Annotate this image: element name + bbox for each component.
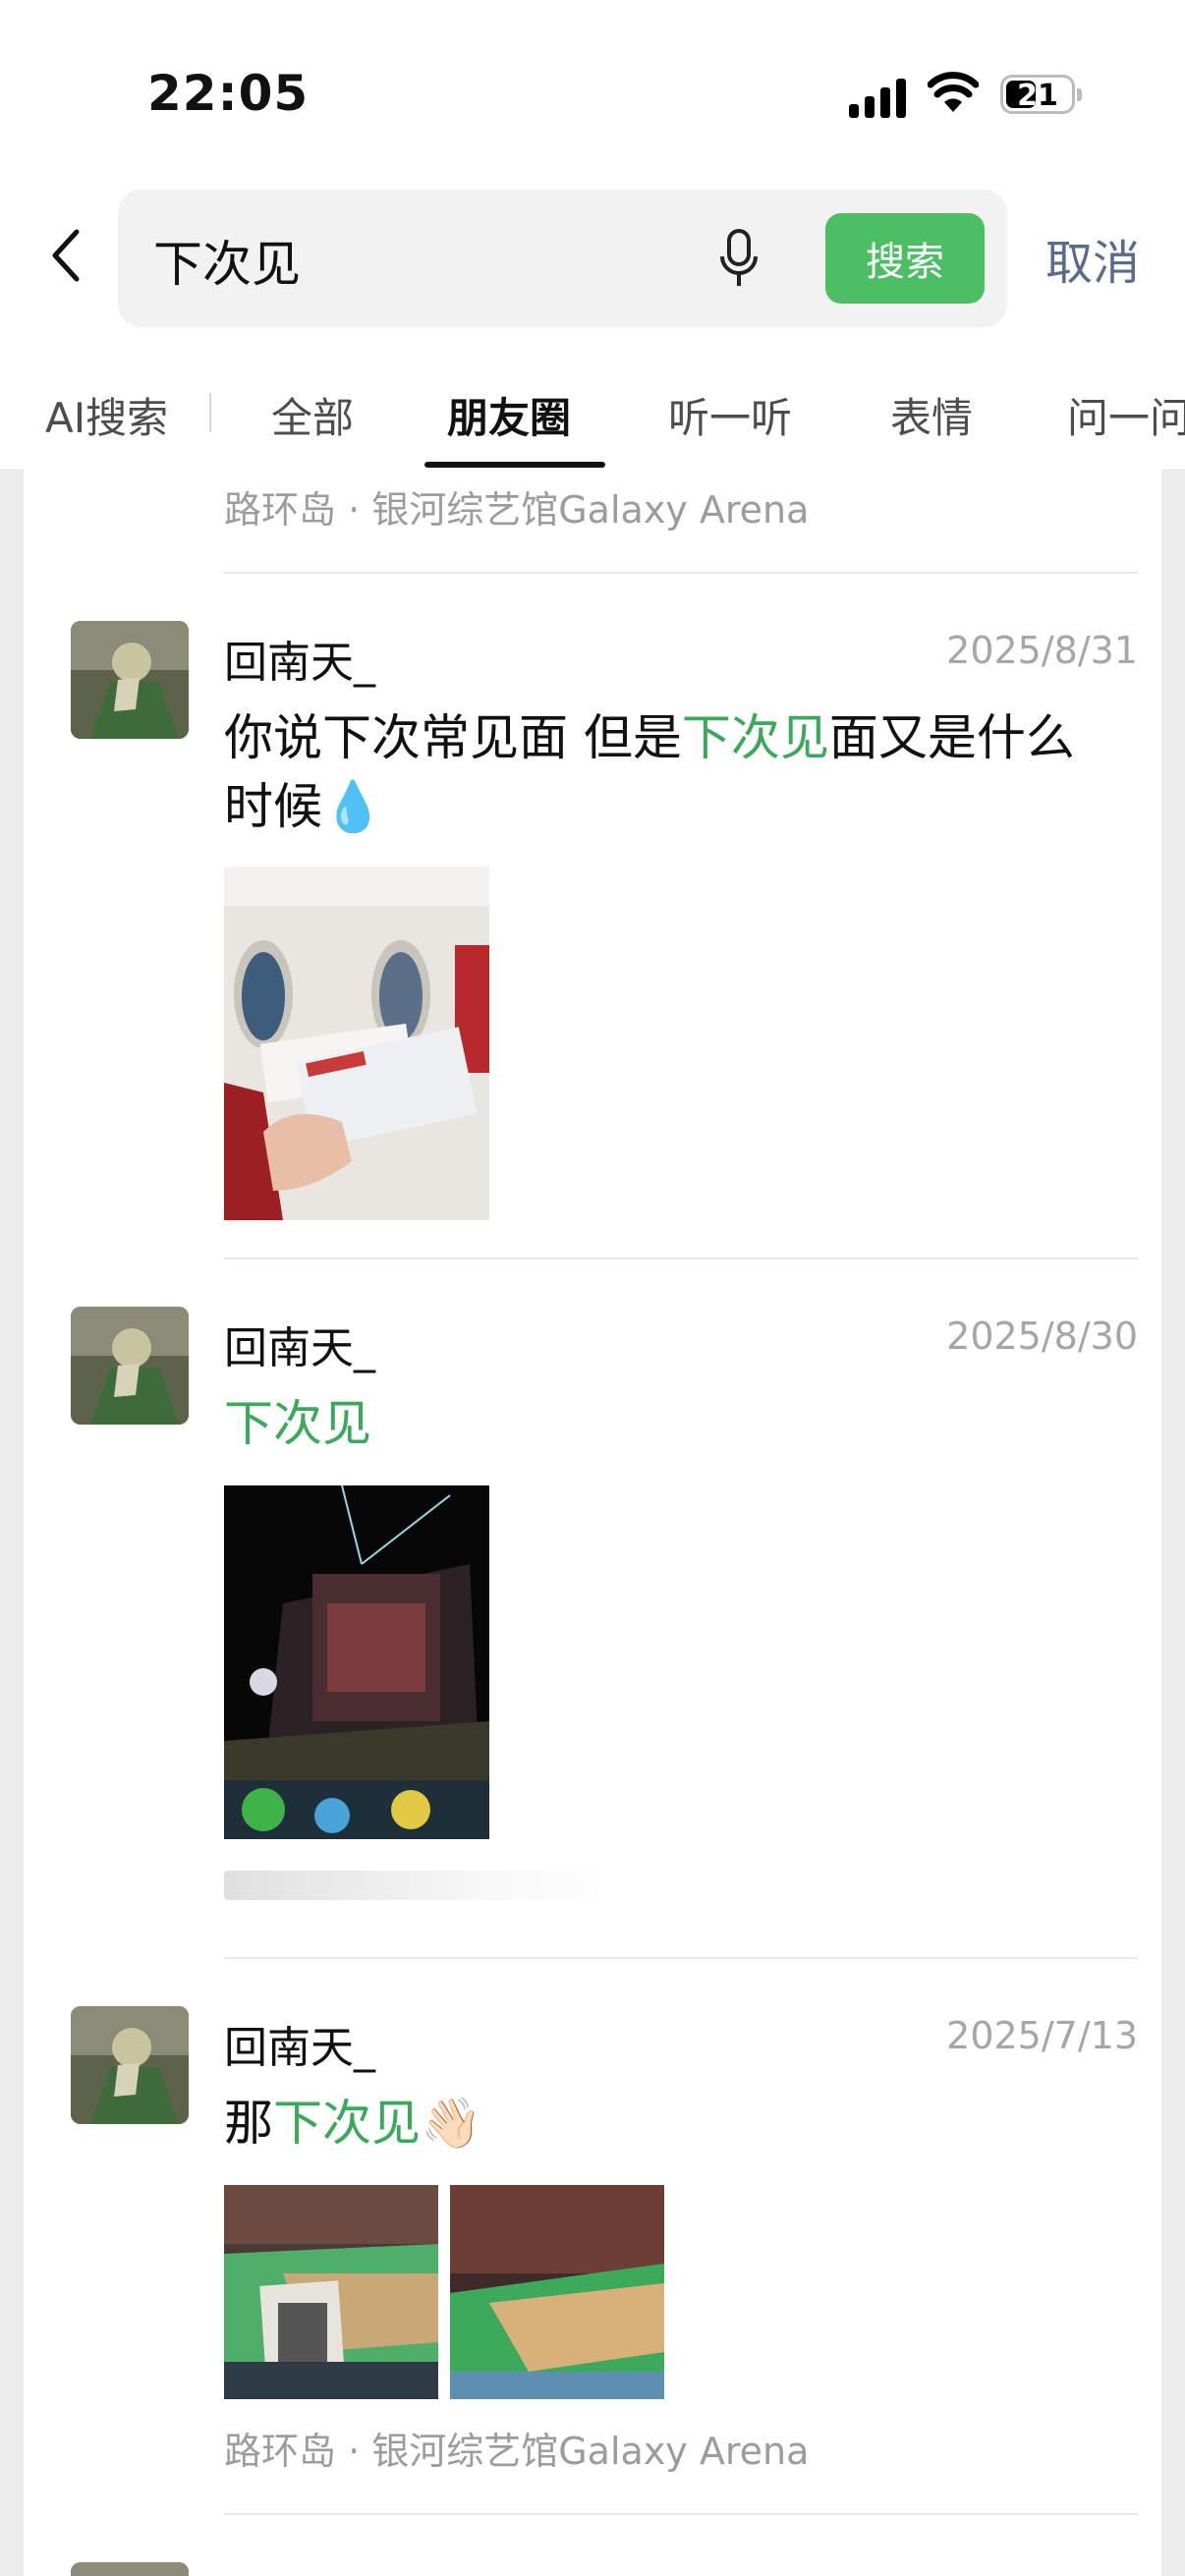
post-author[interactable]: 回南天_ xyxy=(224,2012,375,2075)
battery-level: 21 xyxy=(1017,79,1058,113)
divider xyxy=(224,572,1138,574)
back-button[interactable] xyxy=(35,216,94,295)
tab-ask[interactable]: 问一问 xyxy=(1067,385,1185,445)
post-date: 2025/8/31 xyxy=(946,629,1138,672)
post-author[interactable]: 回南天_ xyxy=(224,627,375,690)
search-input[interactable]: 下次见 xyxy=(153,225,301,296)
active-tab-indicator xyxy=(424,462,605,468)
avatar[interactable] xyxy=(71,1307,189,1425)
post-date: 2025/7/13 xyxy=(946,2014,1138,2057)
avatar[interactable] xyxy=(71,621,189,739)
post-text: 那下次见👋🏻 xyxy=(224,2095,482,2152)
status-time: 22:05 xyxy=(147,65,310,122)
tab-all[interactable]: 全部 xyxy=(271,385,354,445)
post-photo[interactable] xyxy=(450,2185,664,2399)
post-text: 下次见 xyxy=(224,1395,371,1452)
post-location[interactable]: 路环岛 · 银河综艺馆Galaxy Arena xyxy=(224,2421,809,2475)
cellular-signal-icon xyxy=(849,77,908,118)
microphone-icon[interactable] xyxy=(719,227,759,290)
post-author[interactable]: 回南天_ xyxy=(224,1313,375,1375)
wifi-icon xyxy=(928,72,979,112)
cancel-button[interactable]: 取消 xyxy=(1045,224,1140,293)
avatar[interactable] xyxy=(71,2006,189,2124)
filter-tabs: AI搜索 全部 朋友圈 听一听 表情 问一问 xyxy=(0,364,1185,471)
battery-icon: 21 xyxy=(1000,75,1082,114)
search-bar[interactable]: 下次见 搜索 xyxy=(118,190,1007,327)
post-photo[interactable] xyxy=(224,867,489,1220)
chevron-left-icon xyxy=(52,229,80,282)
search-button[interactable]: 搜索 xyxy=(825,213,985,304)
tab-divider xyxy=(209,393,211,432)
post-text: 你说下次常见面 但是下次见面又是什么时候💧 xyxy=(224,709,1075,835)
tab-stickers[interactable]: 表情 xyxy=(890,385,973,445)
top-bar: 22:05 21 下次见 搜索 取消 AI搜索 全部 朋友圈 听一听 表情 问一… xyxy=(0,0,1185,471)
post-photo[interactable] xyxy=(224,2185,438,2399)
moments-results: 路环岛 · 银河综艺馆Galaxy Arena 回南天_ 2025/8/31 你… xyxy=(24,470,1161,2576)
blurred-location xyxy=(224,1871,637,1900)
avatar[interactable] xyxy=(71,2562,189,2576)
divider xyxy=(224,1957,1138,1959)
post-location[interactable]: 路环岛 · 银河综艺馆Galaxy Arena xyxy=(224,479,809,533)
post-photo[interactable] xyxy=(224,1485,489,1839)
divider xyxy=(224,2513,1138,2515)
divider xyxy=(224,1258,1138,1260)
tab-listen[interactable]: 听一听 xyxy=(668,385,792,445)
tab-ai-search[interactable]: AI搜索 xyxy=(45,385,168,445)
post-date: 2025/8/30 xyxy=(946,1315,1138,1358)
tab-moments[interactable]: 朋友圈 xyxy=(447,385,571,445)
